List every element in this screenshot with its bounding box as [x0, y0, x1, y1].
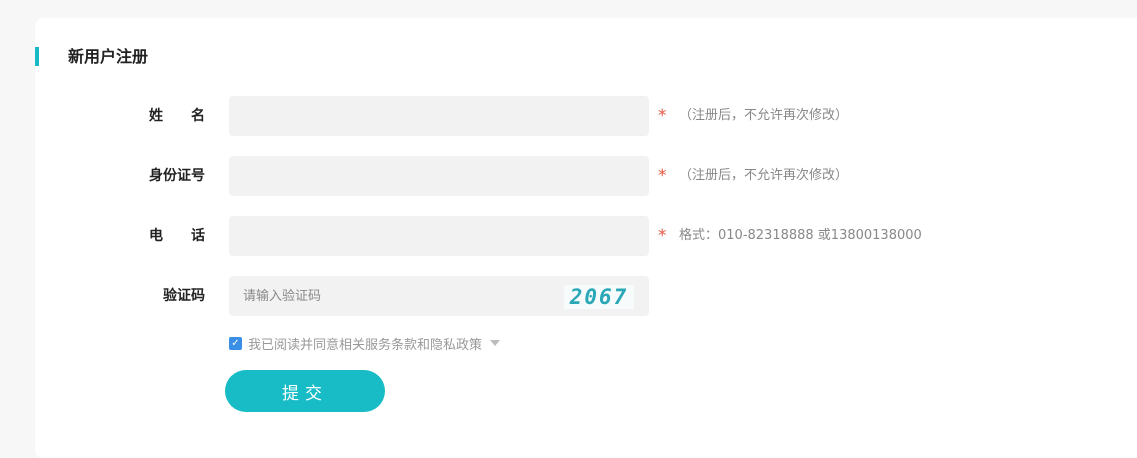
caret-down-icon[interactable] — [490, 340, 501, 346]
name-hint: （注册后，不允许再次修改） — [679, 108, 849, 123]
id-number-hint: （注册后，不允许再次修改） — [679, 168, 849, 183]
id-number-input[interactable] — [229, 156, 649, 196]
phone-required-mark: * — [658, 226, 667, 246]
title-accent-bar — [35, 47, 39, 66]
phone-label: 电话 — [149, 228, 205, 244]
agreement-row[interactable]: ✓ 我已阅读并同意相关服务条款和隐私政策 — [229, 334, 501, 353]
name-label: 姓名 — [149, 108, 205, 124]
phone-input[interactable] — [229, 216, 649, 256]
captcha-image[interactable]: 2067 — [564, 285, 634, 309]
name-input[interactable] — [229, 96, 649, 136]
page-title: 新用户注册 — [68, 47, 149, 66]
name-required-mark: * — [658, 106, 667, 126]
phone-format-hint: 格式：010-82318888 或13800138000 — [679, 228, 922, 243]
agreement-checkbox[interactable]: ✓ — [229, 336, 242, 350]
agreement-text: 我已阅读并同意相关服务条款和隐私政策 — [248, 337, 483, 353]
id-number-required-mark: * — [658, 166, 667, 186]
id-number-label: 身份证号 — [149, 168, 205, 184]
submit-button[interactable]: 提交 — [225, 370, 385, 412]
captcha-label: 验证码 — [163, 288, 205, 304]
